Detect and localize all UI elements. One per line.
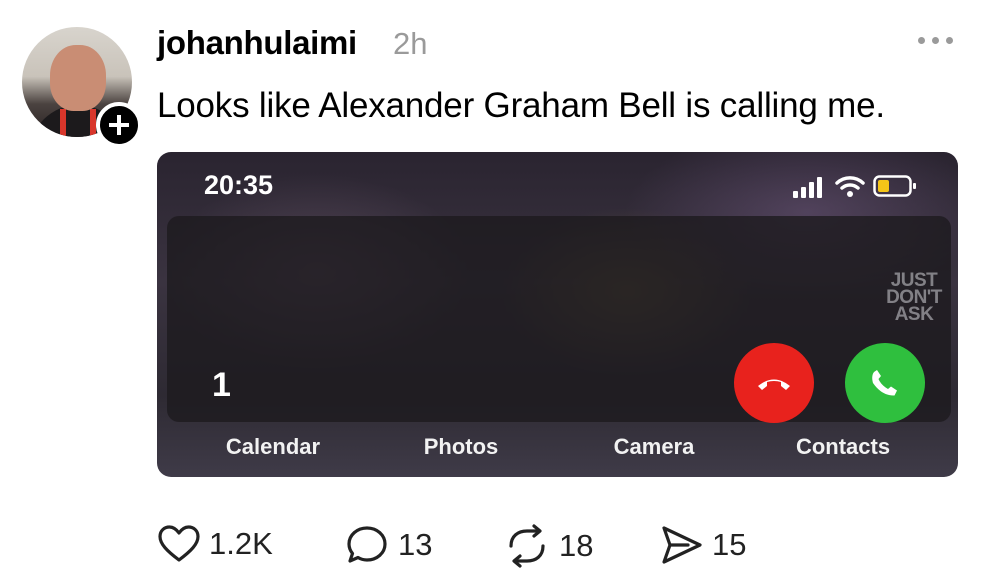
avatar-container[interactable] — [22, 27, 142, 148]
plus-icon — [109, 115, 129, 135]
more-dot — [918, 37, 925, 44]
dock-item-contacts: Contacts — [795, 434, 891, 459]
post-image[interactable]: 20:35 JUST DON'T ASK 1 Calendar Photos C… — [157, 152, 958, 477]
action-bar: 1.2K 13 18 15 — [0, 524, 1000, 570]
comment-icon — [347, 526, 387, 563]
incoming-call-banner: JUST DON'T ASK 1 — [167, 216, 951, 423]
like-button[interactable]: 1.2K — [157, 524, 273, 564]
decline-call-button — [734, 343, 814, 423]
status-icons — [793, 174, 917, 198]
more-dot — [946, 37, 953, 44]
phone-accept-icon — [872, 370, 897, 396]
reply-button[interactable]: 13 — [346, 524, 432, 566]
dock-item-camera: Camera — [613, 434, 695, 459]
post-text: Looks like Alexander Graham Bell is call… — [157, 86, 885, 125]
accept-call-button — [845, 343, 925, 423]
signal-icon — [793, 177, 822, 198]
heart-icon — [158, 525, 200, 562]
dock-item-calendar: Calendar — [225, 434, 321, 459]
avatar-face-shape — [50, 45, 106, 111]
status-time: 20:35 — [204, 170, 274, 200]
avatar-lanyard-left — [60, 109, 66, 137]
username[interactable]: johanhulaimi — [157, 24, 357, 62]
repost-count: 18 — [559, 528, 594, 563]
caller-name: 1 — [212, 366, 231, 404]
share-icon — [662, 526, 702, 564]
more-icon[interactable] — [918, 37, 953, 44]
repost-button[interactable]: 18 — [503, 524, 593, 568]
like-count: 1.2K — [209, 526, 273, 561]
dock-item-photos: Photos — [423, 434, 499, 459]
dock: Calendar Photos Camera Contacts — [157, 434, 958, 464]
phone-decline-icon — [758, 379, 790, 390]
battery-icon — [873, 175, 916, 197]
share-count: 15 — [712, 527, 747, 562]
reply-count: 13 — [398, 527, 433, 562]
watermark-line: ASK — [894, 304, 934, 325]
more-dot — [932, 37, 939, 44]
watermark: JUST DON'T ASK — [879, 271, 949, 325]
repost-icon — [509, 524, 545, 568]
post-time: 2h — [393, 26, 428, 61]
share-button[interactable]: 15 — [660, 524, 746, 566]
follow-button[interactable] — [96, 102, 142, 148]
wifi-icon — [835, 176, 865, 197]
